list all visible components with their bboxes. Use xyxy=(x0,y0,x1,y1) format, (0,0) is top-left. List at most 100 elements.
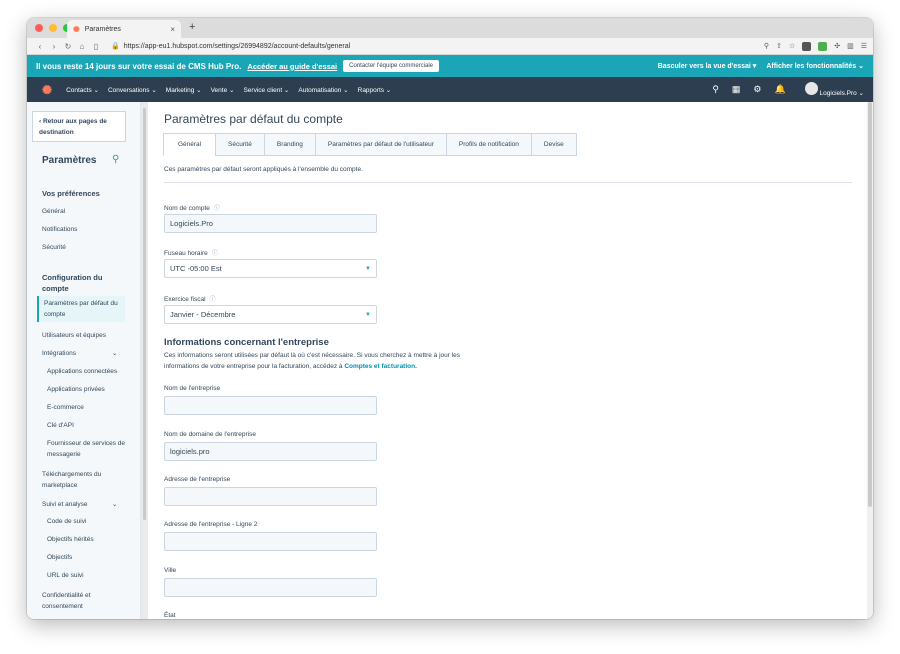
sidebar-item-legacy-goals[interactable]: Objectifs hérités xyxy=(47,534,94,545)
dropdown-caret-icon: ▼ xyxy=(365,311,371,318)
trial-message: Il vous reste 14 jours sur votre essai d… xyxy=(36,61,242,71)
tab-user-defaults[interactable]: Paramètres par défaut de l'utilisateur xyxy=(314,133,446,156)
browser-tab[interactable]: ✺ Paramètres × xyxy=(67,20,181,38)
trial-banner: Il vous reste 14 jours sur votre essai d… xyxy=(27,55,873,77)
sidebar-item-private-apps[interactable]: Applications privées xyxy=(47,384,105,395)
sidebar-title: Paramètres xyxy=(42,155,97,166)
hubspot-favicon-icon: ✺ xyxy=(73,24,80,34)
sidebar-item-tracking-url[interactable]: URL de suivi xyxy=(47,570,84,581)
settings-sidebar: ‹ Retour aux pages de destination Paramè… xyxy=(27,102,141,619)
forward-arrow-icon[interactable]: › xyxy=(47,42,61,51)
sidebar-scroll-thumb[interactable] xyxy=(143,108,146,520)
search-icon[interactable]: ⚲ xyxy=(712,84,719,95)
company-section-description: Ces informations seront utilisées par dé… xyxy=(164,350,484,372)
page-content: ‹ Retour aux pages de destination Paramè… xyxy=(27,102,873,619)
timezone-select[interactable]: UTC -05:00 Est ▼ xyxy=(164,259,377,278)
info-icon[interactable]: ⓘ xyxy=(210,297,216,303)
sidebar-item-users-teams[interactable]: Utilisateurs et équipes xyxy=(42,330,106,341)
sidebar-item-security[interactable]: Sécurité xyxy=(42,242,66,253)
minimize-window-button[interactable] xyxy=(49,24,57,32)
tab-security[interactable]: Sécurité xyxy=(215,133,264,156)
sidebar-item-tracking-code[interactable]: Code de suivi xyxy=(47,516,86,527)
sidebar-item-account-defaults[interactable]: Paramètres par défaut du compte xyxy=(37,296,125,322)
sidebar-item-connected-apps[interactable]: Applications connectées xyxy=(47,366,117,377)
settings-main: Paramètres par défaut du compte Général … xyxy=(148,102,873,619)
address2-field[interactable] xyxy=(164,532,377,551)
tab-general[interactable]: Général xyxy=(163,133,215,156)
browser-tab-bar: ✺ Paramètres × + xyxy=(27,18,873,38)
sidebar-item-api-key[interactable]: Clé d'API xyxy=(47,420,74,431)
info-icon[interactable]: ⓘ xyxy=(212,251,218,257)
bookmark-star-icon[interactable]: ☆ xyxy=(789,42,795,50)
state-label: État xyxy=(164,612,176,619)
marketplace-icon[interactable]: ▦ xyxy=(732,84,741,95)
menu-icon[interactable]: ☰ xyxy=(861,42,867,50)
tab-currency[interactable]: Devise xyxy=(530,133,577,156)
sidebar-item-email-provider[interactable]: Fournisseur de services de messagerie xyxy=(47,438,127,460)
close-window-button[interactable] xyxy=(35,24,43,32)
extension-icon[interactable] xyxy=(818,41,828,51)
address2-label: Adresse de l'entreprise - Ligne 2 xyxy=(164,521,258,528)
brave-shield-icon[interactable] xyxy=(802,41,812,51)
show-features-button[interactable]: Afficher les fonctionnalités ⌄ xyxy=(766,62,864,70)
contact-sales-button[interactable]: Contacter l'équipe commerciale xyxy=(343,60,440,72)
settings-gear-icon[interactable]: ⚙ xyxy=(753,84,761,95)
billing-link[interactable]: Comptes et facturation. xyxy=(344,363,417,370)
sidebar-heading-account-config: Configuration du compte xyxy=(42,273,103,293)
company-domain-field[interactable]: logiciels.pro xyxy=(164,442,377,461)
nav-marketing[interactable]: Marketing ⌄ xyxy=(166,86,202,94)
back-to-landing-pages-button[interactable]: ‹ Retour aux pages de destination xyxy=(32,111,126,142)
switch-view-button[interactable]: Basculer vers la vue d'essai ▾ xyxy=(658,62,757,70)
nav-reports[interactable]: Rapports ⌄ xyxy=(358,86,392,94)
nav-sales[interactable]: Vente ⌄ xyxy=(211,86,235,94)
chevron-down-icon[interactable]: ⌄ xyxy=(112,499,117,510)
notifications-bell-icon[interactable]: 🔔 xyxy=(775,84,786,95)
address-field[interactable] xyxy=(164,487,377,506)
nav-service[interactable]: Service client ⌄ xyxy=(243,86,289,94)
sidebar-item-general[interactable]: Général xyxy=(42,206,65,217)
nav-conversations[interactable]: Conversations ⌄ xyxy=(108,86,157,94)
close-tab-icon[interactable]: × xyxy=(170,25,175,34)
timezone-value: UTC -05:00 Est xyxy=(170,264,222,273)
sidebar-item-notifications[interactable]: Notifications xyxy=(42,224,77,235)
sidebar-toggle-icon[interactable]: ▥ xyxy=(847,42,854,50)
bookmark-icon[interactable]: ▯ xyxy=(89,42,103,51)
sidebar-item-tracking[interactable]: Suivi et analyse xyxy=(42,499,88,510)
window-controls xyxy=(35,24,71,32)
nav-automation[interactable]: Automatisation ⌄ xyxy=(298,86,348,94)
chevron-down-icon[interactable]: ⌄ xyxy=(112,348,117,359)
sidebar-item-integrations[interactable]: Intégrations xyxy=(42,348,76,359)
reload-icon[interactable]: ↻ xyxy=(61,42,75,51)
browser-toolbar-icons: ⚲ ⇧ ☆ ✣ ▥ ☰ xyxy=(764,41,867,51)
sidebar-item-privacy[interactable]: Confidentialité et consentement xyxy=(42,590,122,612)
puzzle-icon[interactable]: ✣ xyxy=(834,42,840,50)
tab-notification-profiles[interactable]: Profils de notification xyxy=(445,133,531,156)
back-arrow-icon[interactable]: ‹ xyxy=(33,42,47,51)
account-menu[interactable]: Logiciels.Pro ⌄ xyxy=(799,82,864,97)
trial-guide-link[interactable]: Accéder au guide d'essai xyxy=(247,62,337,71)
info-icon[interactable]: ⓘ xyxy=(214,206,220,212)
url-field[interactable]: 🔒 https://app-eu1.hubspot.com/settings/26… xyxy=(111,42,350,50)
company-section-title: Informations concernant l'entreprise xyxy=(164,337,329,348)
sidebar-item-marketplace-downloads[interactable]: Téléchargements du marketplace xyxy=(42,469,122,491)
share-icon[interactable]: ⇧ xyxy=(776,42,782,50)
new-tab-button[interactable]: + xyxy=(189,21,195,33)
city-label: Ville xyxy=(164,567,177,574)
sidebar-item-ecommerce[interactable]: E-commerce xyxy=(47,402,84,413)
account-name-field[interactable]: Logiciels.Pro xyxy=(164,214,377,233)
search-icon[interactable]: ⚲ xyxy=(112,154,119,165)
city-field[interactable] xyxy=(164,578,377,597)
zoom-icon[interactable]: ⚲ xyxy=(764,42,769,50)
hubspot-logo-icon[interactable]: ✺ xyxy=(42,83,52,97)
timezone-label-text: Fuseau horaire xyxy=(164,250,208,257)
sidebar-item-goals[interactable]: Objectifs xyxy=(47,552,72,563)
fiscal-year-select[interactable]: Janvier - Décembre ▼ xyxy=(164,305,377,324)
settings-tabs: Général Sécurité Branding Paramètres par… xyxy=(163,133,577,156)
nav-utilities: ⚲ ▦ ⚙ 🔔 Logiciels.Pro ⌄ xyxy=(712,82,864,97)
tab-branding[interactable]: Branding xyxy=(263,133,315,156)
main-scroll-thumb[interactable] xyxy=(868,102,872,507)
url-text: https://app-eu1.hubspot.com/settings/269… xyxy=(123,43,351,50)
nav-contacts[interactable]: Contacts ⌄ xyxy=(66,86,99,94)
company-name-field[interactable] xyxy=(164,396,377,415)
home-icon[interactable]: ⌂ xyxy=(75,42,89,51)
